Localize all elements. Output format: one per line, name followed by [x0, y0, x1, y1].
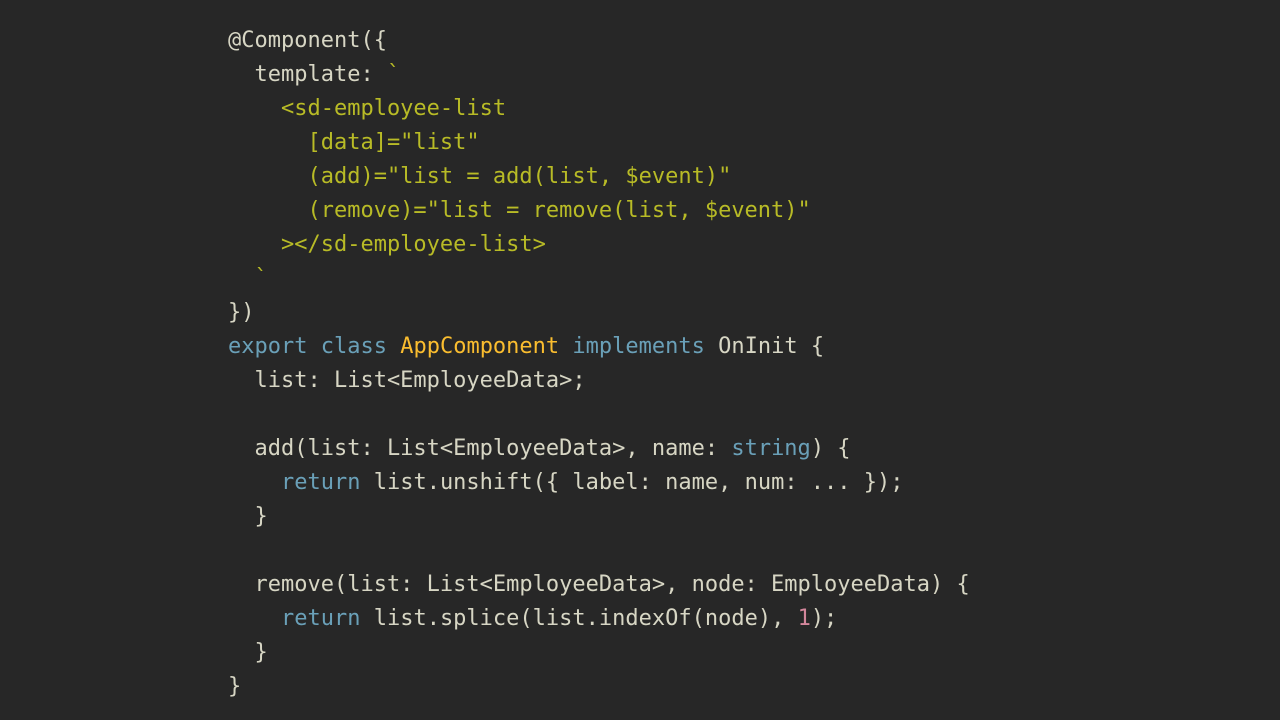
method-add-sig: add(list: List<EmployeeData>, name: — [228, 436, 731, 461]
indent — [228, 606, 281, 631]
template-string-line: (remove)="list = remove(list, $event)" — [228, 198, 811, 223]
punct: ({ — [360, 28, 387, 53]
template-string-line: (add)="list = add(list, $event)" — [228, 164, 731, 189]
interface-name: OnInit — [718, 334, 797, 359]
punct: : — [360, 62, 387, 87]
code-block: @Component({ template: ` <sd-employee-li… — [0, 0, 1280, 704]
template-string-line: ></sd-employee-list> — [228, 232, 546, 257]
punct: { — [798, 334, 825, 359]
prop-template: template — [255, 62, 361, 87]
space — [387, 334, 400, 359]
kw-string: string — [731, 436, 810, 461]
indent — [228, 470, 281, 495]
method-remove-sig: remove(list: List<EmployeeData>, node: E… — [228, 572, 970, 597]
space — [559, 334, 572, 359]
template-string-line: [data]="list" — [228, 130, 480, 155]
space — [705, 334, 718, 359]
kw-class: class — [321, 334, 387, 359]
kw-implements: implements — [572, 334, 704, 359]
kw-export: export — [228, 334, 307, 359]
brace-close: } — [228, 640, 268, 665]
class-name: AppComponent — [400, 334, 559, 359]
method-add-body: list.unshift({ label: name, num: ... }); — [360, 470, 903, 495]
backtick: ` — [387, 62, 400, 87]
number-literal: 1 — [798, 606, 811, 631]
kw-return: return — [281, 470, 360, 495]
template-string-line — [228, 266, 255, 291]
punct: ) { — [811, 436, 851, 461]
field-decl: list: List<EmployeeData>; — [228, 368, 586, 393]
backtick: ` — [255, 266, 268, 291]
punct: }) — [228, 300, 255, 325]
brace-close: } — [228, 504, 268, 529]
template-string-line: <sd-employee-list — [228, 96, 506, 121]
method-remove-body: list.splice(list.indexOf(node), — [360, 606, 797, 631]
space — [307, 334, 320, 359]
brace-close: } — [228, 674, 241, 699]
decorator: @Component — [228, 28, 360, 53]
kw-return: return — [281, 606, 360, 631]
punct: ); — [811, 606, 838, 631]
